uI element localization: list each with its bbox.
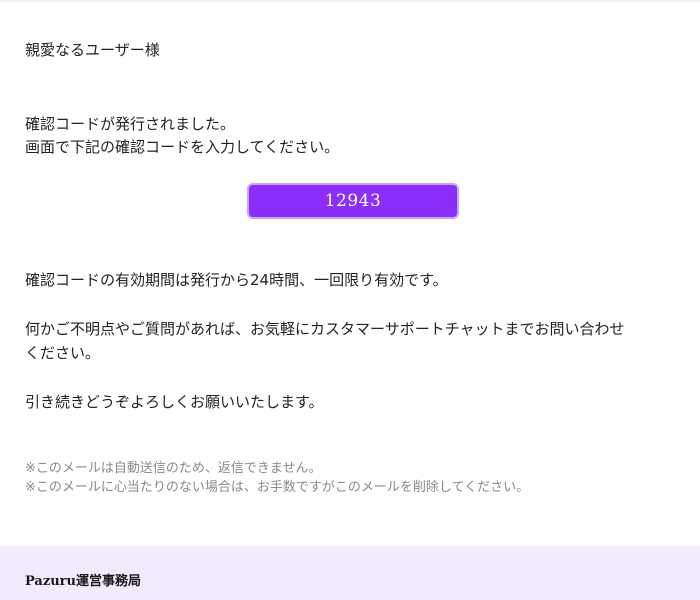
footer-bar: Pazuru運営事務局	[0, 546, 700, 600]
intro-line-1: 確認コードが発行されました。	[25, 115, 236, 133]
verification-code-box[interactable]: 12943	[247, 183, 459, 219]
support-line-1: 何かご不明点やご質問があれば、お気軽にカスタマーサポートチャットまでお問い合わせ	[25, 320, 625, 338]
validity-text: 確認コードの有効期間は発行から24時間、一回限り有効です。	[25, 271, 448, 289]
support-line-2: ください。	[25, 344, 101, 362]
intro-line-2: 画面で下記の確認コードを入力してください。	[25, 138, 340, 156]
top-divider	[0, 0, 700, 2]
delete-note: ※このメールに心当たりのない場合は、お手数ですがこのメールを削除してください。	[25, 480, 530, 495]
auto-send-note: ※このメールは自動送信のため、返信できません。	[25, 461, 322, 476]
closing-text: 引き続きどうぞよろしくお願いいたします。	[25, 393, 324, 411]
greeting-text: 親愛なるユーザー様	[25, 41, 160, 59]
verification-code: 12943	[324, 191, 382, 211]
sender-name: Pazuru運営事務局	[25, 574, 141, 589]
